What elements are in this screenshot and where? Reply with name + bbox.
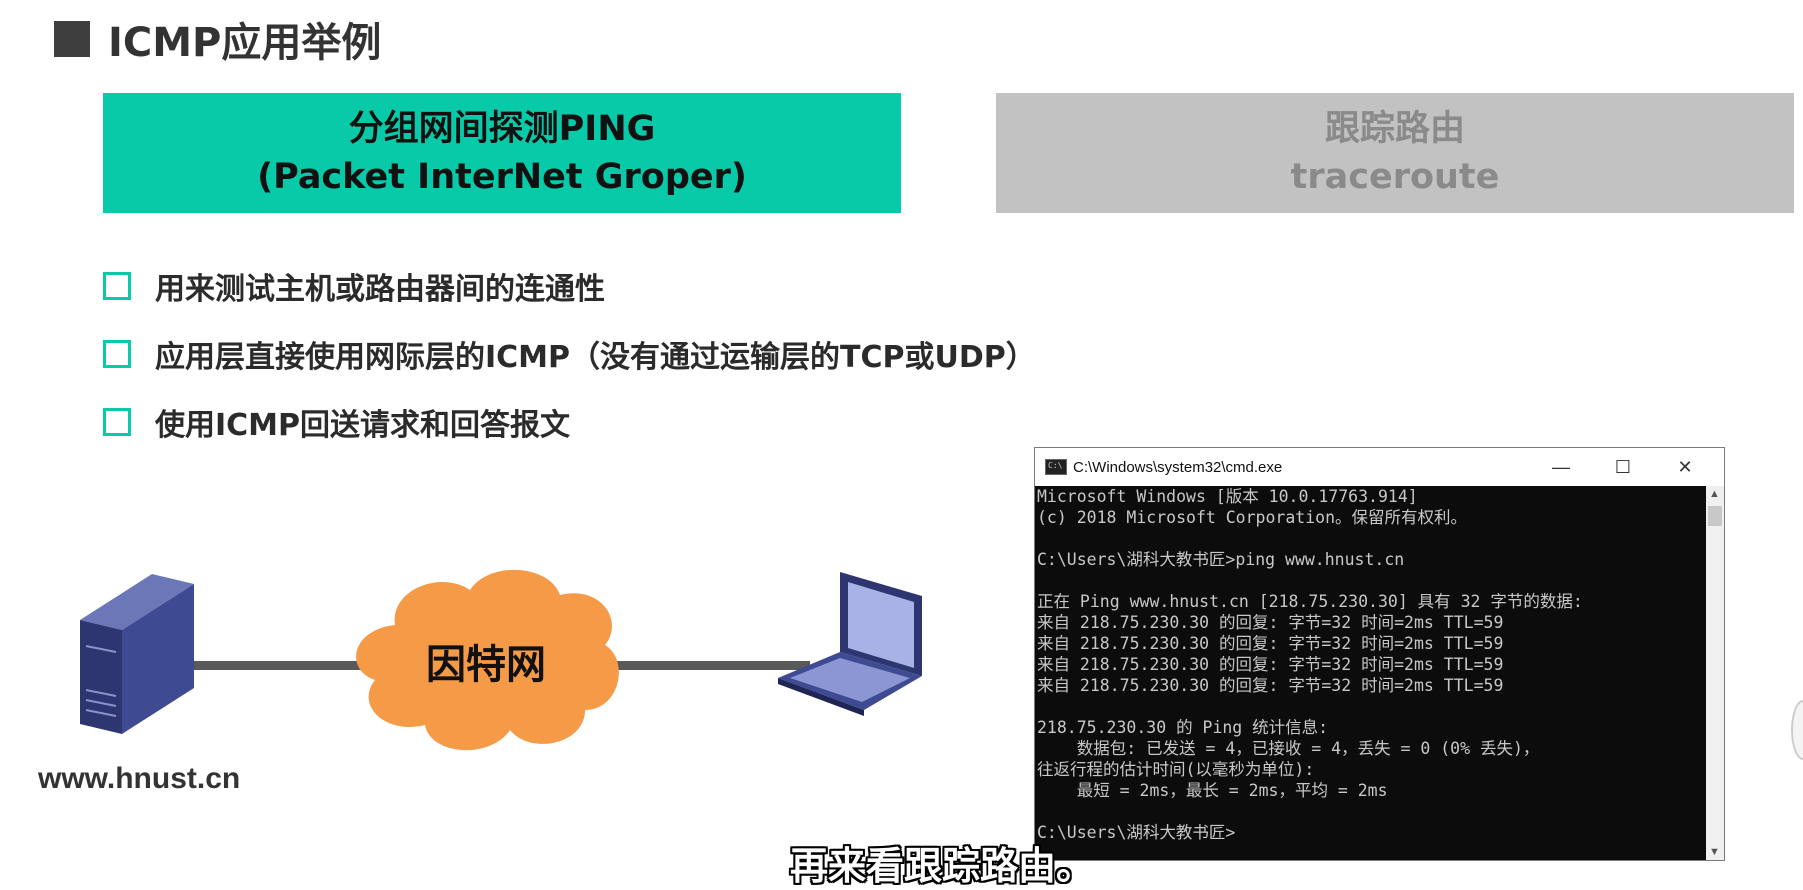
ping-box-subtitle: (Packet InterNet Groper) <box>257 157 747 197</box>
list-item: 应用层直接使用网际层的ICMP（没有通过运输层的TCP或UDP） <box>103 320 1036 388</box>
console-line: 来自 218.75.230.30 的回复: 字节=32 时间=2ms TTL=5… <box>1037 634 1504 653</box>
console-line: Microsoft Windows [版本 10.0.17763.914] <box>1037 487 1418 506</box>
console-line: C:\Users\湖科大教书匠> <box>1037 823 1236 842</box>
console-line: C:\Users\湖科大教书匠>ping www.hnust.cn <box>1037 550 1405 569</box>
cmd-window[interactable]: C:\Windows\system32\cmd.exe — ☐ ✕ Micros… <box>1034 447 1725 861</box>
scroll-thumb[interactable] <box>1708 506 1722 526</box>
checkbox-square-icon <box>103 408 131 436</box>
page-title: ICMP应用举例 <box>108 20 382 66</box>
console-line: 来自 218.75.230.30 的回复: 字节=32 时间=2ms TTL=5… <box>1037 655 1504 674</box>
slide-heading: ICMP应用举例 <box>54 10 381 68</box>
bullet-list: 用来测试主机或路由器间的连通性 应用层直接使用网际层的ICMP（没有通过运输层的… <box>103 252 1036 456</box>
console-line: (c) 2018 Microsoft Corporation。保留所有权利。 <box>1037 508 1468 527</box>
console-line: 往返行程的估计时间(以毫秒为单位): <box>1037 760 1315 779</box>
ping-box-title: 分组网间探测PING <box>348 109 656 149</box>
checkbox-square-icon <box>103 340 131 368</box>
bullet-text: 使用ICMP回送请求和回答报文 <box>155 408 571 443</box>
cmd-console-output[interactable]: Microsoft Windows [版本 10.0.17763.914] (c)… <box>1035 486 1706 860</box>
console-line: 数据包: 已发送 = 4，已接收 = 4，丢失 = 0 (0% 丢失)， <box>1037 739 1540 758</box>
traceroute-box-title: 跟踪路由 <box>1324 109 1465 149</box>
console-line: 最短 = 2ms，最长 = 2ms，平均 = 2ms <box>1037 781 1388 800</box>
console-line: 正在 Ping www.hnust.cn [218.75.230.30] 具有 … <box>1037 592 1583 611</box>
console-line: 来自 218.75.230.30 的回复: 字节=32 时间=2ms TTL=5… <box>1037 676 1504 695</box>
server-icon <box>80 574 194 734</box>
scroll-down-arrow-icon[interactable]: ▼ <box>1709 846 1720 858</box>
console-line: 来自 218.75.230.30 的回复: 字节=32 时间=2ms TTL=5… <box>1037 613 1504 632</box>
bullet-text: 用来测试主机或路由器间的连通性 <box>155 272 605 307</box>
maximize-button[interactable]: ☐ <box>1592 448 1654 486</box>
traceroute-box-subtitle: traceroute <box>1290 157 1500 197</box>
host-label: www.hnust.cn <box>38 762 241 795</box>
side-handle[interactable] <box>1791 700 1803 760</box>
bullet-text: 应用层直接使用网际层的ICMP（没有通过运输层的TCP或UDP） <box>155 340 1036 375</box>
heading-square-icon <box>54 21 90 57</box>
list-item: 用来测试主机或路由器间的连通性 <box>103 252 1036 320</box>
minimize-button[interactable]: — <box>1530 448 1592 486</box>
cmd-titlebar[interactable]: C:\Windows\system32\cmd.exe — ☐ ✕ <box>1035 448 1724 486</box>
list-item: 使用ICMP回送请求和回答报文 <box>103 388 1036 456</box>
video-subtitle: 再来看跟踪路由。 <box>790 844 1095 888</box>
laptop-icon <box>778 572 922 716</box>
checkbox-square-icon <box>103 272 131 300</box>
internet-cloud-label: 因特网 <box>426 642 546 688</box>
cmd-window-title: C:\Windows\system32\cmd.exe <box>1073 458 1283 476</box>
cmd-scrollbar[interactable]: ▲ ▼ <box>1706 486 1724 860</box>
cmd-app-icon <box>1045 459 1067 475</box>
ping-box: 分组网间探测PING (Packet InterNet Groper) <box>103 93 901 213</box>
scroll-up-arrow-icon[interactable]: ▲ <box>1709 488 1720 500</box>
close-button[interactable]: ✕ <box>1654 448 1716 486</box>
traceroute-box: 跟踪路由 traceroute <box>996 93 1794 213</box>
console-line: 218.75.230.30 的 Ping 统计信息: <box>1037 718 1329 737</box>
